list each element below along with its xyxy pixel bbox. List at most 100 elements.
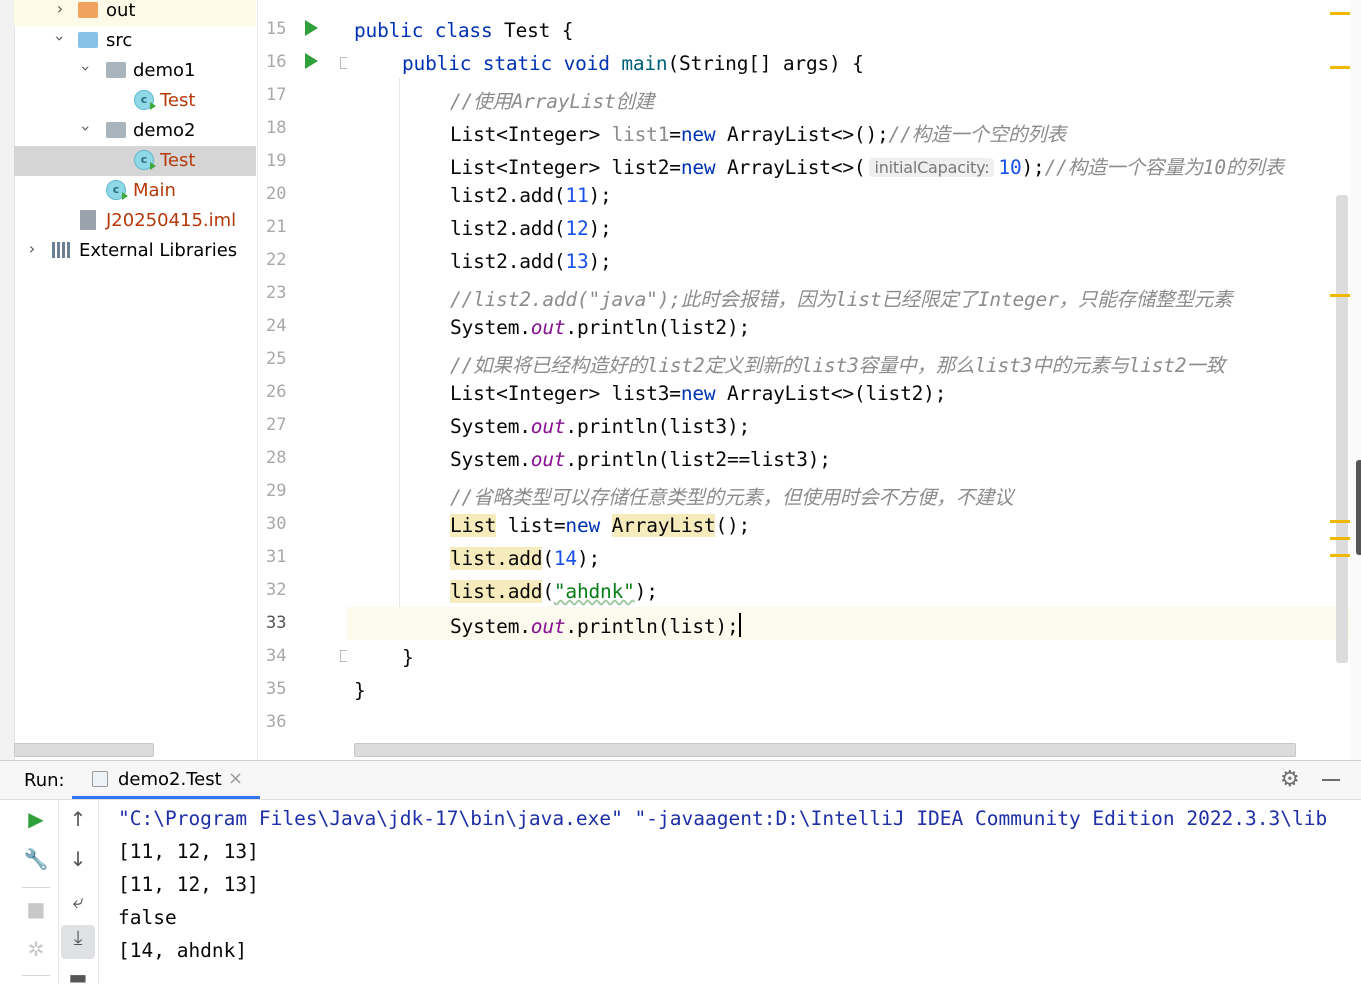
- run-main-icon[interactable]: [305, 53, 318, 69]
- toolbar-separator: [22, 887, 50, 888]
- chevron-right-icon[interactable]: ›: [52, 0, 68, 18]
- parameter-hint: initialCapacity:: [869, 158, 995, 177]
- rerun-icon[interactable]: ▶: [16, 807, 56, 841]
- debug-bug-icon[interactable]: ✲: [16, 937, 56, 971]
- line-number: 21: [266, 217, 287, 237]
- unchecked-call-warning: list.add: [450, 547, 543, 570]
- line-number: 34: [266, 646, 287, 666]
- tree-item-label: Test: [160, 90, 196, 111]
- window-edge-handle: [1356, 460, 1361, 555]
- run-class-icon[interactable]: [305, 20, 318, 36]
- tool-window-stripe: [0, 0, 15, 760]
- warning-marker[interactable]: [1330, 66, 1350, 69]
- run-toolbar-left: ▶ 🔧 ■ ✲: [16, 801, 59, 983]
- code-line-23: //list2.add("java");此时会报错，因为list已经限定了Int…: [450, 288, 1233, 311]
- tree-item-main[interactable]: c Main: [14, 176, 256, 206]
- raw-type-warning: List: [450, 514, 497, 537]
- console-line: [11, 12, 13]: [118, 840, 259, 863]
- tree-item-label: J20250415.iml: [106, 210, 237, 231]
- editor-vertical-scrollbar[interactable]: [1336, 195, 1348, 663]
- console-line: [14, ahdnk]: [118, 939, 248, 962]
- tree-item-demo2-test[interactable]: c Test: [14, 146, 256, 176]
- code-line-22: list2.add(13);: [450, 250, 612, 273]
- editor-horizontal-scrollbar[interactable]: [354, 743, 1296, 757]
- line-number: 23: [266, 283, 287, 303]
- tree-item-label: demo1: [133, 60, 196, 81]
- code-line-20: list2.add(11);: [450, 184, 612, 207]
- line-number: 20: [266, 184, 287, 204]
- tree-item-src[interactable]: › src: [14, 26, 256, 56]
- warning-marker[interactable]: [1330, 554, 1350, 557]
- warning-marker[interactable]: [1330, 520, 1350, 523]
- stop-icon[interactable]: ■: [16, 897, 56, 931]
- tree-item-label: demo2: [133, 120, 196, 141]
- chevron-down-icon[interactable]: ›: [77, 61, 96, 77]
- code-line-26: List<Integer> list3=new ArrayList<>(list…: [450, 382, 947, 405]
- tree-item-out[interactable]: › out: [14, 0, 256, 26]
- console-output[interactable]: "C:\Program Files\Java\jdk-17\bin\java.e…: [118, 801, 1358, 983]
- run-header: Run: demo2.Test × ⚙: [0, 761, 1361, 800]
- java-class-icon: c: [106, 180, 128, 200]
- line-number: 36: [266, 712, 287, 732]
- line-number: 19: [266, 151, 287, 171]
- code-line-21: list2.add(12);: [450, 217, 612, 240]
- warning-marker[interactable]: [1330, 537, 1350, 540]
- tree-item-external-libraries[interactable]: › External Libraries: [14, 236, 256, 266]
- line-number: 31: [266, 547, 287, 567]
- raw-type-warning: ArrayList: [611, 514, 716, 537]
- minimize-icon[interactable]: [1322, 779, 1340, 781]
- code-line-16: public static void main(String[] args) {: [402, 52, 864, 75]
- line-number: 29: [266, 481, 287, 501]
- code-line-30: List list=new ArrayList();: [450, 514, 751, 537]
- code-line-28: System.out.println(list2==list3);: [450, 448, 831, 471]
- line-number: 32: [266, 580, 287, 600]
- folder-icon: [78, 32, 98, 48]
- tree-item-iml[interactable]: J20250415.iml: [14, 206, 256, 236]
- soft-wrap-icon[interactable]: ⤶: [58, 889, 98, 923]
- line-number: 35: [266, 679, 287, 699]
- scroll-to-end-icon[interactable]: ⤓: [61, 925, 95, 959]
- line-number: 25: [266, 349, 287, 369]
- text-caret: [738, 613, 741, 637]
- tree-item-label: out: [106, 0, 136, 21]
- iml-file-icon: [80, 210, 96, 230]
- libraries-icon: [52, 242, 72, 258]
- code-line-32: list.add("ahdnk");: [450, 580, 658, 603]
- arrow-down-icon[interactable]: ↓: [58, 847, 98, 881]
- tree-horizontal-scrollbar[interactable]: [14, 743, 154, 757]
- chevron-right-icon[interactable]: ›: [24, 239, 40, 258]
- code-line-15: public class Test {: [354, 19, 574, 42]
- tree-item-demo1-test[interactable]: c Test: [14, 86, 256, 116]
- code-line-17: //使用ArrayList创建: [450, 90, 655, 113]
- java-class-icon: c: [134, 150, 156, 170]
- code-line-29: //省略类型可以存储任意类型的元素，但使用时会不方便，不建议: [450, 486, 1014, 509]
- console-line: false: [118, 906, 177, 929]
- line-number: 27: [266, 415, 287, 435]
- warning-marker[interactable]: [1330, 12, 1350, 15]
- chevron-down-icon[interactable]: ›: [51, 31, 70, 47]
- code-line-33-current: System.out.println(list);: [347, 607, 1350, 640]
- line-number: 30: [266, 514, 287, 534]
- print-icon[interactable]: ▬: [58, 965, 98, 999]
- code-line-31: list.add(14);: [450, 547, 601, 570]
- gear-icon[interactable]: ⚙: [1280, 767, 1300, 792]
- tree-item-demo1[interactable]: › demo1: [14, 56, 256, 86]
- run-tab[interactable]: demo2.Test ×: [72, 761, 260, 799]
- run-tool-window: Run: demo2.Test × ⚙ ▶ 🔧 ■ ✲ ↑ ↓ ⤶ ⤓ ▬ "C…: [0, 760, 1361, 989]
- error-stripe: [1330, 0, 1361, 760]
- code-editor[interactable]: public class Test { public static void m…: [347, 0, 1350, 760]
- arrow-up-icon[interactable]: ↑: [58, 807, 98, 841]
- tree-item-demo2[interactable]: › demo2: [14, 116, 256, 146]
- warning-marker[interactable]: [1330, 294, 1350, 297]
- package-icon: [106, 62, 126, 78]
- close-icon[interactable]: ×: [228, 768, 243, 789]
- console-line: "C:\Program Files\Java\jdk-17\bin\java.e…: [118, 807, 1328, 830]
- run-config-icon: [92, 771, 108, 787]
- chevron-down-icon[interactable]: ›: [77, 121, 96, 137]
- line-number: 24: [266, 316, 287, 336]
- wrench-icon[interactable]: 🔧: [16, 847, 56, 881]
- code-line-18: List<Integer> list1=new ArrayList<>();//…: [450, 123, 1067, 146]
- line-number-current: 33: [266, 613, 287, 633]
- toolbar-separator: [22, 975, 50, 976]
- java-class-icon: c: [134, 90, 156, 110]
